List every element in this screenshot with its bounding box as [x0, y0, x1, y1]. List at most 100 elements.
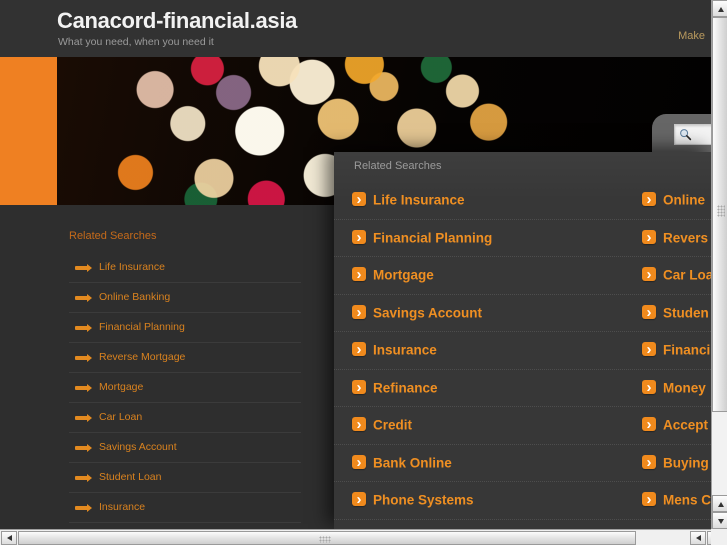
table-row: Bank Online Buying: [334, 445, 711, 482]
scroll-left-button-secondary[interactable]: [690, 531, 706, 545]
overlay-link-label: Car Loa: [663, 267, 711, 283]
table-row: Insurance Financi: [334, 332, 711, 370]
arrow-right-icon: [75, 354, 92, 362]
overlay-link[interactable]: Buying: [642, 452, 709, 476]
list-item-label: Student Loan: [99, 471, 162, 483]
overlay-link[interactable]: Revers: [642, 227, 708, 251]
list-item-label: Savings Account: [99, 441, 177, 453]
arrow-right-icon: [75, 444, 92, 452]
chevron-right-icon: [642, 377, 656, 399]
list-item[interactable]: Insurance: [69, 493, 301, 523]
overlay-link[interactable]: Phone Systems: [352, 489, 474, 513]
overlay-link[interactable]: Savings Account: [352, 302, 482, 326]
list-item-label: Insurance: [99, 501, 146, 513]
chevron-right-icon: [642, 452, 656, 474]
overlay-link[interactable]: Refinance: [352, 377, 438, 401]
table-row: Life Insurance Online: [334, 182, 711, 220]
triangle-down-icon: [718, 519, 724, 524]
chevron-right-icon: [352, 377, 366, 399]
site-tagline: What you need, when you need it: [58, 36, 214, 48]
overlay-link[interactable]: Insurance: [352, 339, 437, 363]
overlay-link[interactable]: Money: [642, 377, 706, 401]
arrow-right-icon: [75, 384, 92, 392]
arrow-right-icon: [75, 264, 92, 272]
list-item-label: Reverse Mortgage: [99, 351, 186, 363]
overlay-link-label: Studen: [663, 304, 709, 320]
horizontal-scrollbar[interactable]: [0, 529, 727, 545]
overlay-link-label: Bank Online: [373, 454, 452, 470]
chevron-right-icon: [352, 264, 366, 286]
table-row: Refinance Money: [334, 370, 711, 407]
banner-orange-block: [0, 57, 57, 205]
horizontal-scrollbar-thumb[interactable]: [18, 531, 636, 545]
triangle-left-icon: [7, 535, 12, 541]
overlay-link-label: Credit: [373, 417, 413, 433]
overlay-link-label: Accept: [663, 417, 709, 433]
scroll-up-button[interactable]: [712, 0, 727, 17]
overlay-link[interactable]: Mens C: [642, 489, 711, 513]
scroll-down-button[interactable]: [712, 512, 727, 529]
table-row: Savings Account Studen: [334, 295, 711, 332]
overlay-link-label: Refinance: [373, 379, 438, 395]
arrow-right-icon: [75, 414, 92, 422]
table-row: Phone Systems Mens C: [334, 482, 711, 520]
overlay-link[interactable]: Bank Online: [352, 452, 452, 476]
triangle-up-icon: [718, 7, 724, 12]
overlay-link[interactable]: Credit: [352, 414, 412, 438]
overlay-link-label: Money: [663, 379, 706, 395]
chevron-right-icon: [352, 302, 366, 324]
vertical-scrollbar-track[interactable]: [712, 412, 727, 495]
overlay-link[interactable]: Studen: [642, 302, 709, 326]
chevron-right-icon: [352, 414, 366, 436]
overlay-link-label: Financi: [663, 342, 711, 358]
overlay-link[interactable]: Online: [642, 189, 705, 213]
overlay-link-label: Online: [663, 192, 706, 208]
list-item-label: Financial Planning: [99, 321, 185, 333]
scroll-up-button-secondary[interactable]: [712, 495, 727, 512]
list-item-label: Mortgage: [99, 381, 144, 393]
chevron-right-icon: [642, 227, 656, 249]
search-input[interactable]: [674, 124, 711, 145]
related-searches-overlay: Related Searches Life Insurance Online F…: [334, 152, 711, 529]
list-item[interactable]: Mortgage: [69, 373, 301, 403]
chevron-right-icon: [352, 452, 366, 474]
scroll-left-button[interactable]: [1, 531, 17, 545]
site-header: Canacord-financial.asia What you need, w…: [0, 0, 711, 57]
list-item[interactable]: Reverse Mortgage: [69, 343, 301, 373]
list-item[interactable]: Savings Account: [69, 433, 301, 463]
search-icon: [680, 129, 692, 141]
overlay-link-label: Buying: [663, 454, 709, 470]
chevron-right-icon: [352, 227, 366, 249]
overlay-link[interactable]: Car Loa: [642, 264, 711, 288]
overlay-link-label: Financial Planning: [373, 229, 493, 245]
overlay-link[interactable]: Financial Planning: [352, 227, 492, 251]
list-item[interactable]: Financial Planning: [69, 313, 301, 343]
table-row: Financial Planning Revers: [334, 220, 711, 257]
overlay-link[interactable]: Financi: [642, 339, 710, 363]
scrollbar-grip-icon: [717, 205, 725, 217]
triangle-left-icon: [696, 535, 701, 541]
overlay-title: Related Searches: [354, 160, 442, 172]
chevron-right-icon: [352, 489, 366, 511]
overlay-link-label: Life Insurance: [373, 192, 465, 208]
overlay-link[interactable]: Mortgage: [352, 264, 434, 288]
overlay-link[interactable]: Accept: [642, 414, 708, 438]
chevron-right-icon: [642, 414, 656, 436]
overlay-rows: Life Insurance Online Financial Planning…: [334, 182, 711, 529]
list-item-label: Online Banking: [99, 291, 171, 303]
chevron-right-icon: [642, 264, 656, 286]
scrollbar-corner: [711, 529, 727, 545]
overlay-link-label: Mens C: [663, 492, 711, 508]
chevron-right-icon: [642, 489, 656, 511]
make-homepage-link[interactable]: Make: [678, 30, 705, 42]
background-related-searches-list: Life Insurance Online Banking Financial …: [69, 253, 301, 529]
arrow-right-icon: [75, 474, 92, 482]
overlay-link[interactable]: Life Insurance: [352, 189, 465, 213]
list-item[interactable]: Car Loan: [69, 403, 301, 433]
list-item[interactable]: Life Insurance: [69, 253, 301, 283]
vertical-scrollbar-thumb[interactable]: [712, 17, 727, 412]
list-item[interactable]: Online Banking: [69, 283, 301, 313]
vertical-scrollbar[interactable]: [711, 0, 727, 529]
list-item[interactable]: Student Loan: [69, 463, 301, 493]
chevron-right-icon: [352, 339, 366, 361]
